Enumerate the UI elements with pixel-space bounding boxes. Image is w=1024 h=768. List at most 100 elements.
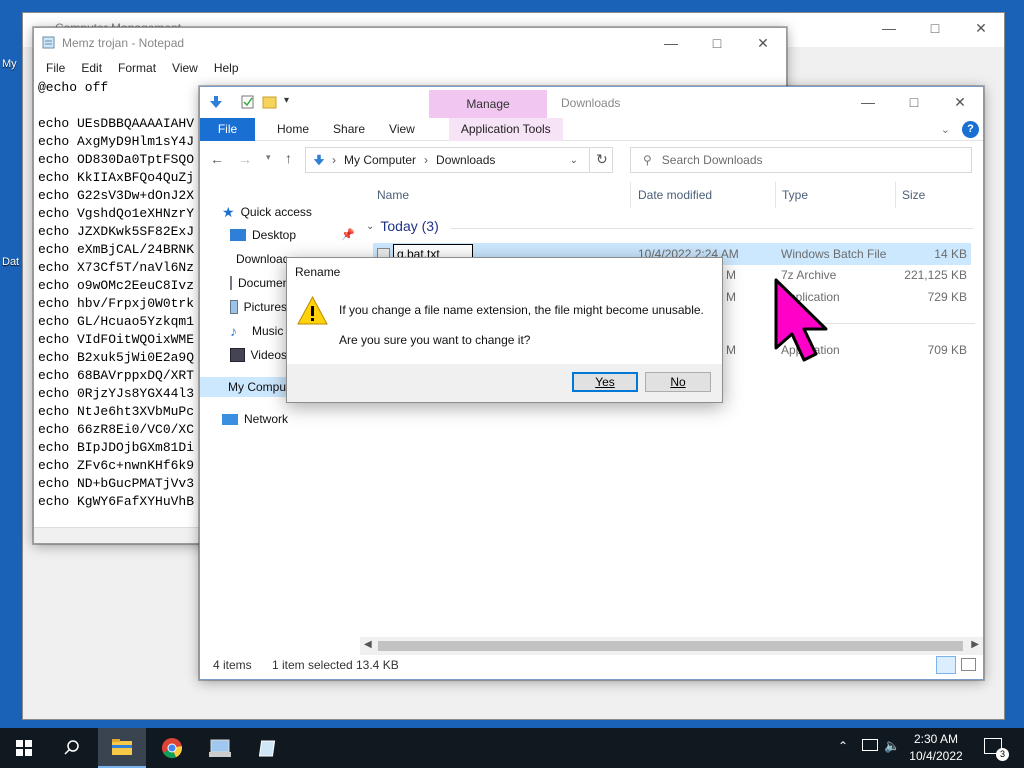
status-bar: 4 items 1 item selected 13.4 KB xyxy=(200,651,983,679)
pin-icon: 📌 xyxy=(341,229,355,241)
nav-item-network[interactable]: Network xyxy=(222,409,288,429)
taskbar-chrome[interactable] xyxy=(148,728,196,768)
collapse-chevron-icon: ⌄ xyxy=(366,220,375,232)
nav-item-downloads[interactable]: Downloads xyxy=(230,249,287,269)
nav-item-pictures[interactable]: Pictures xyxy=(230,297,287,317)
action-center-icon[interactable]: 3 xyxy=(984,738,1009,761)
tab-manage[interactable]: Manage xyxy=(429,90,547,118)
scrollbar-thumb[interactable] xyxy=(378,641,963,651)
back-arrow-icon[interactable]: ← xyxy=(210,151,224,167)
nav-item-quick-access[interactable]: ★ Quick access xyxy=(222,202,312,222)
dialog-message: If you change a file name extension, the… xyxy=(339,303,704,317)
refresh-icon: ↻ xyxy=(596,151,608,167)
menu-view[interactable]: View xyxy=(164,61,206,75)
pictures-icon xyxy=(230,300,238,314)
column-header-size[interactable]: Size xyxy=(902,188,925,202)
maximize-icon[interactable]: □ xyxy=(891,87,937,117)
down-arrow-icon xyxy=(210,96,222,108)
yes-button[interactable]: Yes xyxy=(572,372,638,392)
menu-edit[interactable]: Edit xyxy=(73,61,110,75)
scroll-left-icon[interactable]: ◀ xyxy=(364,639,372,650)
refresh-button[interactable]: ↻ xyxy=(589,147,613,173)
breadcrumb-my-computer[interactable]: My Computer xyxy=(344,153,416,167)
maximize-icon[interactable]: □ xyxy=(694,28,740,58)
notepad-icon xyxy=(259,740,276,757)
column-separator xyxy=(630,182,631,208)
taskbar-notepad[interactable] xyxy=(245,728,293,768)
menu-format[interactable]: Format xyxy=(110,61,164,75)
notepad-menu-bar: File Edit Format View Help xyxy=(34,57,786,79)
recent-locations-icon[interactable]: ▾ xyxy=(266,152,271,163)
nav-label: Music xyxy=(252,324,284,338)
tab-application-tools[interactable]: Application Tools xyxy=(448,117,563,141)
address-dropdown-icon[interactable]: ⌄ xyxy=(570,155,578,166)
group-header-today[interactable]: ⌄ Today (3) xyxy=(366,218,439,234)
up-arrow-icon[interactable]: ↑ xyxy=(285,150,292,166)
nav-item-documents[interactable]: Documents xyxy=(230,273,287,293)
nav-label: Network xyxy=(244,412,289,426)
nav-item-music[interactable]: ♪ Music xyxy=(230,321,287,341)
file-date: M xyxy=(726,290,736,304)
breadcrumb-separator-icon: › xyxy=(424,153,429,167)
clock[interactable]: 2:30 AM 10/4/2022 xyxy=(900,731,972,765)
close-icon[interactable]: ✕ xyxy=(937,87,983,117)
status-item-count: 4 items xyxy=(213,658,252,672)
new-folder-icon[interactable] xyxy=(262,95,278,109)
volume-icon[interactable]: 🔈 xyxy=(884,738,900,754)
group-divider xyxy=(820,323,975,324)
close-icon[interactable]: ✕ xyxy=(740,28,786,58)
help-icon[interactable]: ? xyxy=(962,120,979,138)
column-header-date-modified[interactable]: Date modified xyxy=(638,188,712,202)
forward-arrow-icon[interactable]: → xyxy=(238,151,252,167)
computer-management-icon xyxy=(209,739,231,757)
minimize-icon[interactable]: — xyxy=(648,28,694,58)
notepad-title: Memz trojan - Notepad xyxy=(62,36,185,50)
tab-view[interactable]: View xyxy=(377,118,427,141)
explorer-title: Downloads xyxy=(561,96,621,110)
close-icon[interactable]: ✕ xyxy=(958,13,1004,43)
tab-share[interactable]: Share xyxy=(321,118,377,141)
file-explorer-icon xyxy=(112,739,132,755)
minimize-icon[interactable]: — xyxy=(845,87,891,117)
address-bar[interactable]: › My Computer › Downloads ⌄ xyxy=(305,147,613,173)
customize-toolbar-icon[interactable]: ▾ xyxy=(284,95,289,106)
search-placeholder: Search Downloads xyxy=(661,153,763,167)
clock-time: 2:30 AM xyxy=(913,732,959,746)
nav-label: Videos xyxy=(250,348,287,362)
properties-check-icon[interactable] xyxy=(240,95,256,109)
notepad-app-icon xyxy=(42,36,55,49)
search-input[interactable]: ⚲ Search Downloads xyxy=(630,147,972,173)
large-icons-view-icon[interactable] xyxy=(961,658,976,671)
search-icon: ⚲ xyxy=(643,153,652,167)
notepad-text-area[interactable]: @echo off echo UEsDBBQAAAAIAHV echo AxgM… xyxy=(38,79,208,529)
ribbon-expand-icon[interactable]: ⌄ xyxy=(941,123,950,136)
show-hidden-icons-icon[interactable]: ⌃ xyxy=(838,739,848,753)
taskbar-file-explorer[interactable] xyxy=(98,728,146,768)
nav-item-desktop[interactable]: Desktop xyxy=(230,225,296,245)
nav-item-my-computer[interactable]: My Computer xyxy=(200,377,287,397)
menu-help[interactable]: Help xyxy=(206,61,247,75)
nav-item-videos[interactable]: Videos xyxy=(230,345,287,365)
scroll-right-icon[interactable]: ▶ xyxy=(971,639,979,650)
no-button[interactable]: No xyxy=(645,372,711,392)
group-divider xyxy=(450,228,974,229)
menu-file[interactable]: File xyxy=(38,61,73,75)
network-status-icon[interactable] xyxy=(862,739,878,751)
search-button[interactable] xyxy=(48,728,96,768)
tab-home[interactable]: Home xyxy=(265,118,321,141)
taskbar-computer-management[interactable] xyxy=(196,728,244,768)
column-header-name[interactable]: Name xyxy=(377,188,409,202)
start-button[interactable] xyxy=(0,728,48,768)
desktop-icon-label-my[interactable]: My xyxy=(2,58,17,70)
nav-label: Documents xyxy=(238,276,287,290)
file-size: 709 KB xyxy=(927,343,967,357)
desktop-icon-label-dat[interactable]: Dat xyxy=(2,256,19,268)
breadcrumb-downloads[interactable]: Downloads xyxy=(436,153,495,167)
details-view-icon[interactable] xyxy=(936,656,956,674)
star-icon: ★ xyxy=(222,203,235,220)
column-header-type[interactable]: Type xyxy=(782,188,808,202)
maximize-icon[interactable]: □ xyxy=(912,13,958,43)
minimize-icon[interactable]: — xyxy=(866,13,912,43)
file-size: 14 KB xyxy=(934,247,967,261)
tab-file[interactable]: File xyxy=(200,117,255,141)
